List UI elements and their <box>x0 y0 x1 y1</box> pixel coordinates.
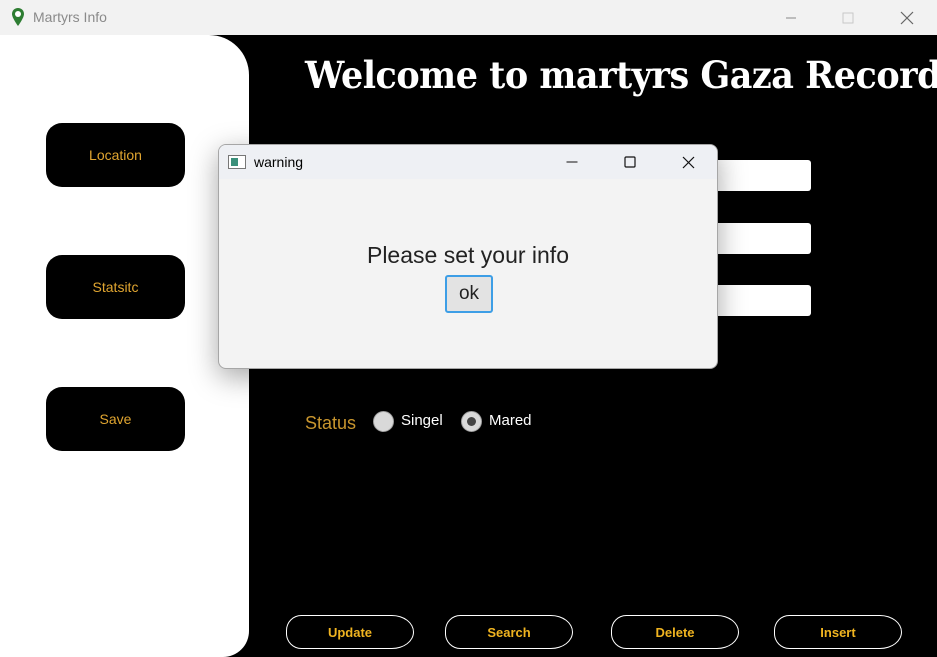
sidebar: Location Statsitc Save <box>0 35 249 657</box>
minimize-button[interactable] <box>762 0 820 35</box>
close-icon <box>900 11 914 24</box>
window-title: Martyrs Info <box>33 9 107 25</box>
dialog-minimize-button[interactable] <box>543 145 601 179</box>
status-radio-singel[interactable] <box>373 411 394 432</box>
maximize-button[interactable] <box>819 0 877 35</box>
maximize-icon <box>842 12 854 23</box>
minimize-icon <box>566 161 578 163</box>
status-option-singel-label: Singel <box>401 412 443 429</box>
minimize-icon <box>786 17 796 18</box>
delete-button[interactable]: Delete <box>611 615 739 649</box>
maximize-icon <box>624 156 636 168</box>
window-titlebar: Martyrs Info <box>0 0 937 35</box>
dialog-message: Please set your info <box>366 242 569 268</box>
ok-button[interactable]: ok <box>445 275 493 313</box>
dialog-title: warning <box>254 154 304 170</box>
warning-dialog: warning Please set your info ok <box>218 144 718 369</box>
status-radio-mared[interactable] <box>461 411 482 432</box>
insert-button[interactable]: Insert <box>774 615 902 649</box>
dialog-maximize-button[interactable] <box>601 145 659 179</box>
map-pin-icon <box>12 8 24 26</box>
save-button[interactable]: Save <box>46 387 185 451</box>
dialog-titlebar: warning <box>219 145 717 179</box>
search-button[interactable]: Search <box>445 615 573 649</box>
update-button[interactable]: Update <box>286 615 414 649</box>
close-icon <box>682 156 694 168</box>
close-button[interactable] <box>878 0 936 35</box>
statistic-button[interactable]: Statsitc <box>46 255 185 319</box>
status-option-mared-label: Mared <box>489 412 532 429</box>
dialog-close-button[interactable] <box>659 145 717 179</box>
page-title: Welcome to martyrs Gaza Records <box>305 53 937 98</box>
dialog-window-icon <box>228 155 246 169</box>
location-button[interactable]: Location <box>46 123 185 187</box>
status-label: Status <box>305 413 357 433</box>
